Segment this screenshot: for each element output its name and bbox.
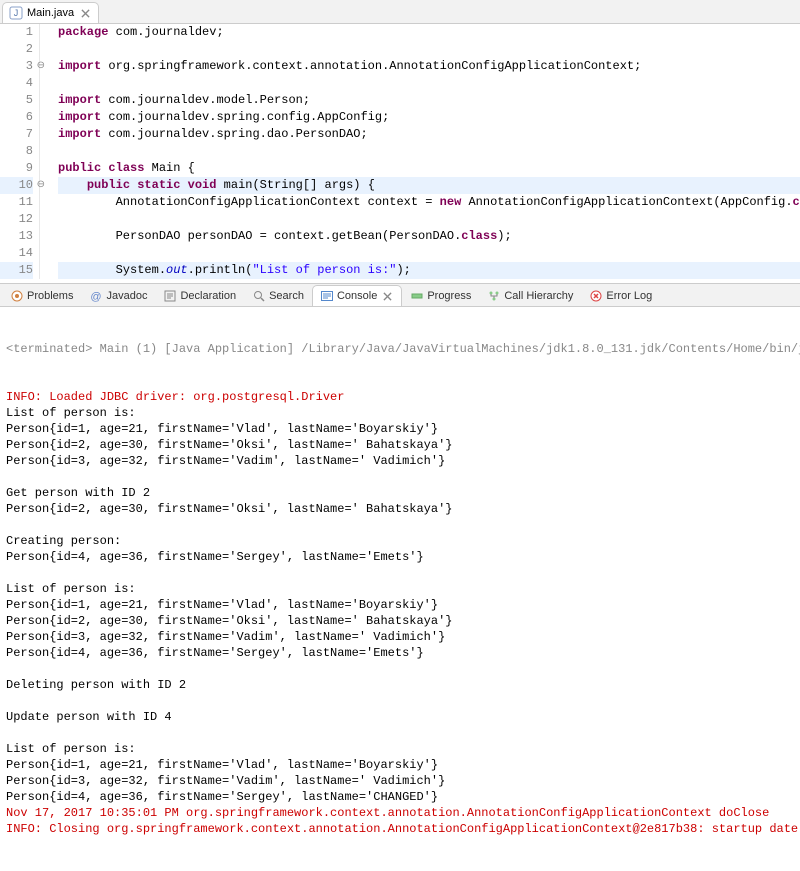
tab-call-hierarchy[interactable]: Call Hierarchy <box>479 285 581 306</box>
editor-tab-label: Main.java <box>27 7 74 19</box>
tab-search[interactable]: Search <box>244 285 312 306</box>
tab-javadoc[interactable]: @ Javadoc <box>81 285 155 306</box>
editor-tab-main[interactable]: J Main.java <box>2 2 99 23</box>
tab-progress[interactable]: Progress <box>402 285 479 306</box>
bottom-pane: Problems @ Javadoc Declaration Search Co… <box>0 284 800 871</box>
progress-icon <box>410 289 424 303</box>
line-number-gutter: 123456789101112131415 <box>0 24 40 279</box>
svg-text:J: J <box>14 8 19 18</box>
search-icon <box>252 289 266 303</box>
console-lines: INFO: Loaded JDBC driver: org.postgresql… <box>6 389 794 837</box>
editor-tab-bar: J Main.java <box>0 0 800 24</box>
code-content[interactable]: package com.journaldev; import org.sprin… <box>40 24 800 279</box>
tab-declaration[interactable]: Declaration <box>155 285 244 306</box>
svg-text:@: @ <box>91 291 102 303</box>
code-editor[interactable]: 123456789101112131415 package com.journa… <box>0 24 800 283</box>
console-header: <terminated> Main (1) [Java Application]… <box>6 341 794 357</box>
tab-problems[interactable]: Problems <box>2 285 81 306</box>
tab-console[interactable]: Console <box>312 285 402 306</box>
view-tab-bar: Problems @ Javadoc Declaration Search Co… <box>0 284 800 307</box>
call-hierarchy-icon <box>487 289 501 303</box>
javadoc-icon: @ <box>89 289 103 303</box>
close-icon[interactable] <box>78 6 92 20</box>
editor-pane: J Main.java 123456789101112131415 packag… <box>0 0 800 284</box>
tab-error-log[interactable]: Error Log <box>581 285 660 306</box>
console-output[interactable]: <terminated> Main (1) [Java Application]… <box>0 307 800 871</box>
java-file-icon: J <box>9 6 23 20</box>
close-icon[interactable] <box>380 289 394 303</box>
declaration-icon <box>163 289 177 303</box>
problems-icon <box>10 289 24 303</box>
console-icon <box>320 289 334 303</box>
error-log-icon <box>589 289 603 303</box>
